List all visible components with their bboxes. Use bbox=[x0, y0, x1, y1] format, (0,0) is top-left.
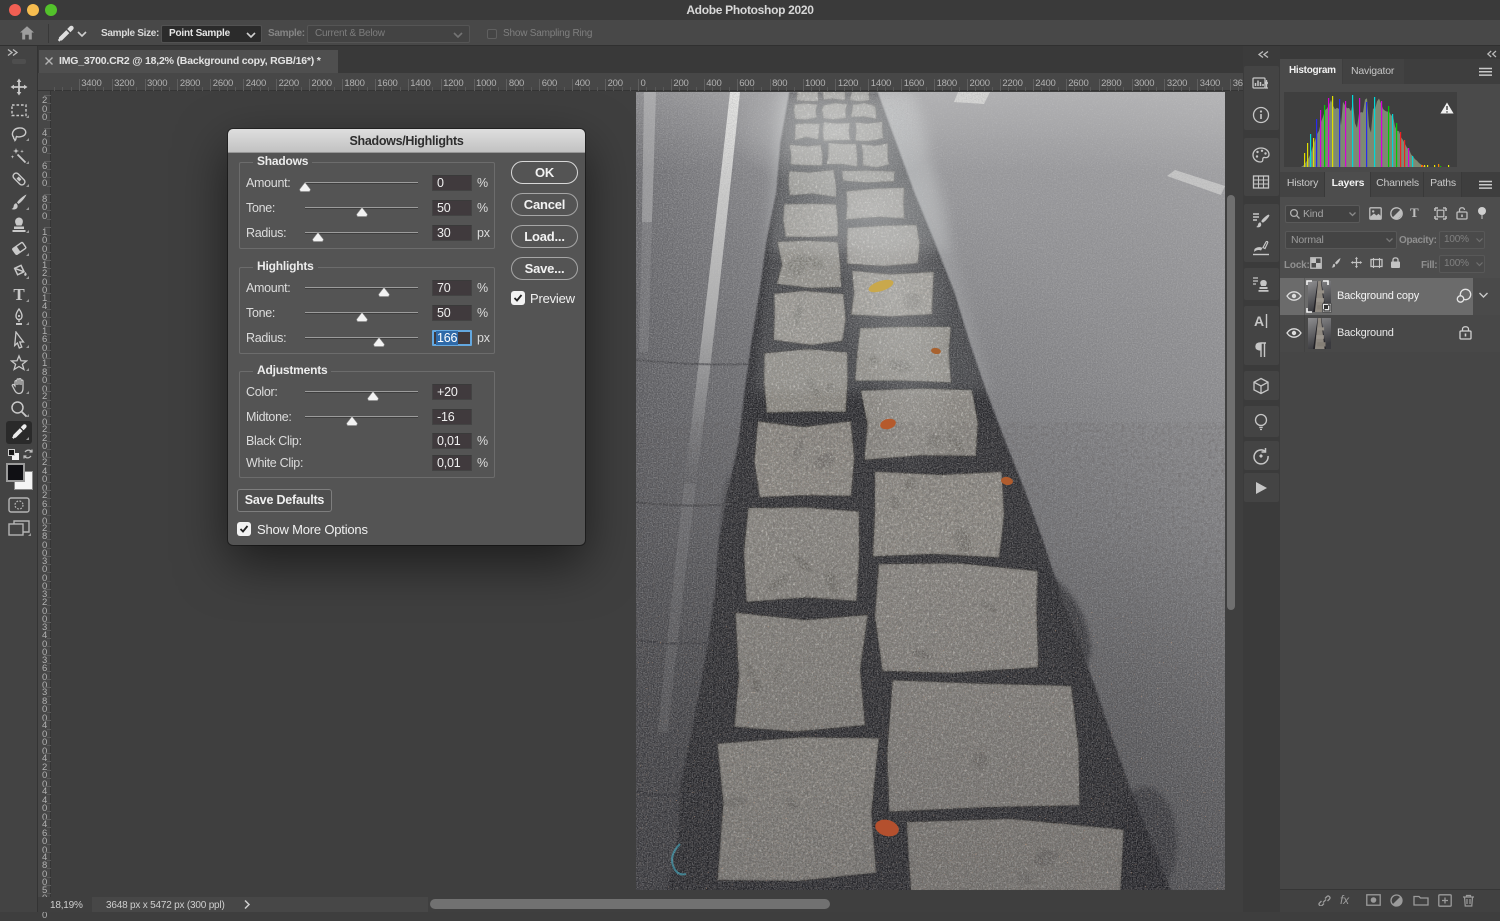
svg-text:A: A bbox=[1254, 313, 1264, 329]
svg-text:T: T bbox=[13, 285, 25, 303]
